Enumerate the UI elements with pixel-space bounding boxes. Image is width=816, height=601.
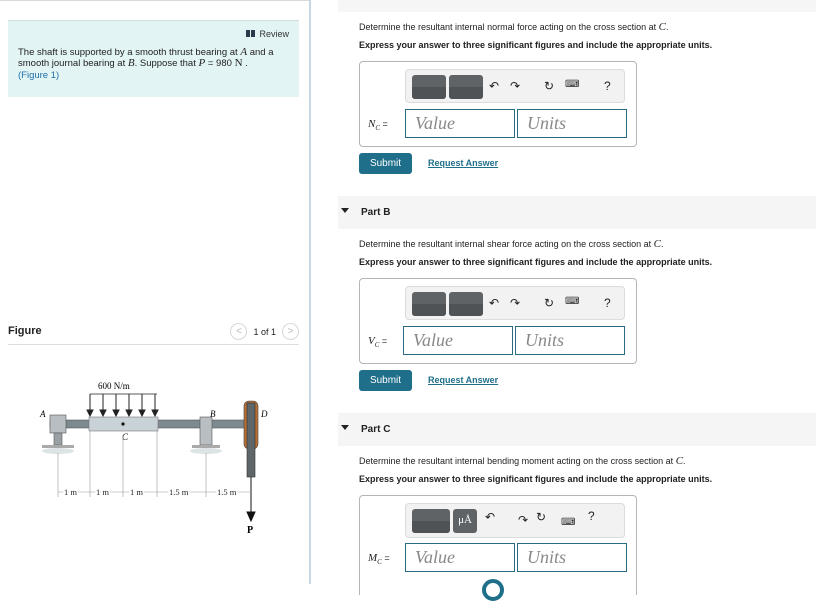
part-b-question: Determine the resultant internal shear f… [359, 238, 664, 250]
review-icon [246, 30, 256, 37]
label-b: B [210, 409, 216, 419]
part-a-submit-button[interactable]: Submit [359, 153, 412, 174]
figure-pager: < 1 of 1 > [230, 323, 299, 340]
keyboard-icon[interactable]: ⌨ [565, 79, 579, 90]
help-icon[interactable]: ? [588, 509, 595, 523]
part-a-header-remnant [338, 0, 816, 12]
force-p-arrow [246, 477, 256, 523]
undo-icon[interactable]: ↶ [489, 79, 499, 93]
load-arrow [138, 394, 146, 418]
part-a-request-answer-link[interactable]: Request Answer [428, 158, 498, 168]
part-b-submit-button[interactable]: Submit [359, 370, 412, 391]
label-d: D [260, 409, 268, 419]
answer-pane: Determine the resultant internal normal … [338, 0, 816, 601]
load-label: 600 N/m [98, 381, 130, 391]
part-c-question: Determine the resultant internal bending… [359, 455, 686, 467]
problem-statement: The shaft is supported by a smooth thrus… [18, 45, 274, 81]
templates-button[interactable] [412, 75, 446, 99]
vc-label: VC = [368, 335, 388, 350]
load-arrow [112, 394, 120, 418]
templates-button[interactable] [412, 509, 450, 533]
problem-intro: Review The shaft is supported by a smoot… [8, 20, 299, 97]
force-p-label: P [247, 525, 253, 536]
units-symbols-button[interactable] [449, 75, 483, 99]
nc-value-input[interactable]: Value [405, 109, 515, 138]
collapse-icon [341, 425, 349, 430]
redo-icon[interactable]: ↷ [518, 513, 528, 527]
figure-title: Figure [8, 325, 42, 337]
templates-button[interactable] [412, 292, 446, 316]
next-figure-button[interactable]: > [282, 323, 299, 340]
units-symbols-button[interactable]: μÅ [453, 509, 477, 533]
pager-text: 1 of 1 [253, 326, 276, 337]
redo-icon[interactable]: ↷ [510, 296, 520, 310]
vc-value-input[interactable]: Value [403, 326, 513, 355]
loading-spinner-icon [482, 579, 504, 601]
distributed-load [86, 393, 159, 418]
dimension-3: 1 m [130, 487, 143, 497]
dimension-1: 1 m [64, 487, 77, 497]
help-icon[interactable]: ? [604, 79, 611, 93]
dimension-5: 1.5 m [217, 487, 237, 497]
part-c-instruction: Express your answer to three significant… [359, 474, 713, 484]
point-c-dot [121, 422, 125, 426]
units-symbols-button[interactable] [449, 292, 483, 316]
dimension-2: 1 m [96, 487, 109, 497]
prev-figure-button[interactable]: < [230, 323, 248, 340]
mc-label: MC = [368, 552, 390, 567]
problem-pane: Review The shaft is supported by a smoot… [0, 0, 309, 584]
part-c-header[interactable]: Part C [338, 413, 816, 446]
vc-units-input[interactable]: Units [515, 326, 625, 355]
load-arrow [99, 394, 107, 418]
math-toolbar: ↶ ↷ ↻ ⌨ ? [405, 69, 625, 103]
reset-icon[interactable]: ↻ [536, 510, 546, 524]
load-arrow [151, 394, 159, 418]
shaft-figure: 600 N/m A B C D P 1 m 1 m 1 m 1.5 m 1.5 … [39, 381, 268, 536]
pulley-d [243, 400, 259, 478]
part-a-instruction: Express your answer to three significant… [359, 40, 713, 50]
math-toolbar: μÅ ↶ ↷ ↻ ⌨ ? [405, 503, 625, 538]
part-a-answer-box: ↶ ↷ ↻ ⌨ ? NC = Value Units [359, 61, 637, 147]
help-icon[interactable]: ? [604, 296, 611, 310]
mc-units-input[interactable]: Units [517, 543, 627, 572]
redo-icon[interactable]: ↷ [510, 79, 520, 93]
figure-header: Figure < 1 of 1 > [8, 323, 299, 345]
undo-icon[interactable]: ↶ [489, 296, 499, 310]
keyboard-icon[interactable]: ⌨ [561, 517, 575, 528]
load-arrow [125, 394, 133, 418]
part-b-request-answer-link[interactable]: Request Answer [428, 375, 498, 385]
load-arrow [86, 394, 94, 418]
keyboard-icon[interactable]: ⌨ [565, 296, 579, 307]
nc-units-input[interactable]: Units [517, 109, 627, 138]
dimension-4: 1.5 m [169, 487, 189, 497]
part-b-answer-box: ↶ ↷ ↻ ⌨ ? VC = Value Units [359, 278, 637, 364]
undo-icon[interactable]: ↶ [485, 510, 495, 524]
part-b-header[interactable]: Part B [338, 196, 816, 229]
label-a: A [39, 409, 46, 419]
part-b-instruction: Express your answer to three significant… [359, 257, 713, 267]
reset-icon[interactable]: ↻ [544, 296, 554, 310]
review-link[interactable]: Review [18, 29, 289, 41]
figure-link[interactable]: (Figure 1) [18, 70, 59, 81]
nc-label: NC = [368, 118, 388, 133]
reset-icon[interactable]: ↻ [544, 79, 554, 93]
pane-divider[interactable] [309, 0, 311, 584]
collapse-icon [341, 208, 349, 213]
part-a-question: Determine the resultant internal normal … [359, 21, 669, 33]
mc-value-input[interactable]: Value [405, 543, 515, 572]
math-toolbar: ↶ ↷ ↻ ⌨ ? [405, 286, 625, 320]
